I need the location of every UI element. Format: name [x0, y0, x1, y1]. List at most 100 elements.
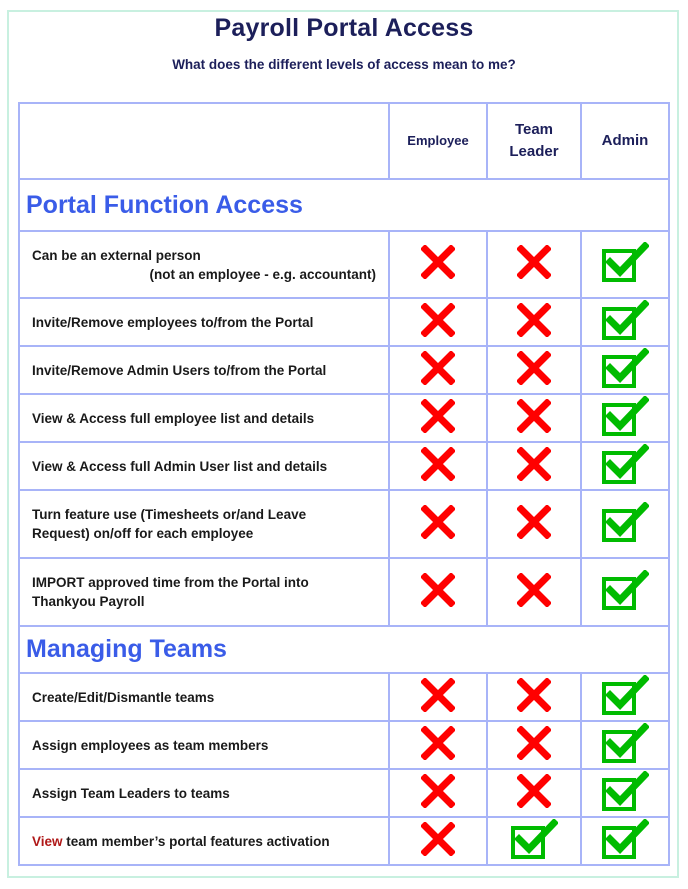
red-cross-icon	[516, 571, 552, 612]
red-cross-icon	[516, 349, 552, 390]
green-checkbox-icon	[601, 817, 650, 864]
header-label-cell	[18, 102, 390, 180]
header-team-leader-line1: Team	[514, 121, 554, 138]
row-label: Assign employees as team members	[18, 720, 390, 770]
red-cross-icon	[420, 571, 456, 612]
cell-admin-allow	[580, 230, 670, 299]
cell-employee-deny	[388, 816, 488, 866]
green-checkbox-icon	[601, 500, 650, 547]
cell-team-leader-deny	[486, 393, 582, 443]
red-cross-icon	[516, 772, 552, 813]
cell-employee-deny	[388, 557, 488, 627]
red-cross-icon	[420, 301, 456, 342]
green-checkbox-icon	[601, 673, 650, 720]
cell-admin-allow	[580, 557, 670, 627]
cell-admin-allow	[580, 768, 670, 818]
red-cross-icon	[420, 772, 456, 813]
red-cross-icon	[420, 445, 456, 486]
row-label-line2: Thankyou Payroll	[32, 594, 145, 609]
row-label: View team member’s portal features activ…	[18, 816, 390, 866]
table-row: Create/Edit/Dismantle teams	[18, 672, 670, 722]
row-label: Turn feature use (Timesheets or/and Leav…	[18, 489, 390, 559]
cell-team-leader-deny	[486, 345, 582, 395]
row-label: Create/Edit/Dismantle teams	[18, 672, 390, 722]
cell-team-leader-deny	[486, 768, 582, 818]
table-row: IMPORT approved time from the Portal int…	[18, 557, 670, 627]
section-heading-row: Managing Teams	[18, 625, 670, 674]
cell-admin-allow	[580, 345, 670, 395]
red-cross-icon	[516, 397, 552, 438]
row-label-main: Can be an external person	[32, 247, 201, 263]
row-label: Assign Team Leaders to teams	[18, 768, 390, 818]
red-cross-icon	[420, 349, 456, 390]
table-row: View & Access full employee list and det…	[18, 393, 670, 443]
green-checkbox-icon	[601, 394, 650, 441]
section-heading: Managing Teams	[18, 625, 670, 674]
section-heading: Portal Function Access	[18, 178, 670, 232]
cell-employee-deny	[388, 768, 488, 818]
table-row: Turn feature use (Timesheets or/and Leav…	[18, 489, 670, 559]
row-label: View & Access full employee list and det…	[18, 393, 390, 443]
green-checkbox-icon	[601, 568, 650, 615]
red-cross-icon	[516, 244, 552, 284]
page-title: Payroll Portal Access	[214, 14, 474, 42]
header-team-leader-line2: Leader	[509, 143, 559, 160]
row-label: View & Access full Admin User list and d…	[18, 441, 390, 491]
cell-admin-allow	[580, 297, 670, 347]
cell-team-leader-deny	[486, 441, 582, 491]
red-cross-icon	[516, 503, 552, 544]
green-checkbox-icon	[601, 769, 650, 816]
cell-employee-deny	[388, 345, 488, 395]
green-checkbox-icon	[510, 817, 559, 864]
cell-employee-deny	[388, 297, 488, 347]
red-cross-icon	[420, 503, 456, 544]
cell-admin-allow	[580, 720, 670, 770]
red-cross-icon	[420, 676, 456, 717]
row-label: Can be an external person (not an employ…	[18, 230, 390, 299]
red-cross-icon	[516, 724, 552, 765]
cell-admin-allow	[580, 393, 670, 443]
access-table: Employee Team Leader Admin Portal Functio…	[18, 102, 670, 866]
cell-admin-allow	[580, 441, 670, 491]
table-row: View & Access full Admin User list and d…	[18, 441, 670, 491]
red-cross-icon	[420, 820, 456, 861]
cell-employee-deny	[388, 672, 488, 722]
cell-employee-deny	[388, 230, 488, 299]
row-label-line1: IMPORT approved time from the Portal int…	[32, 575, 309, 590]
table-row: Invite/Remove Admin Users to/from the Po…	[18, 345, 670, 395]
section-heading-row: Portal Function Access	[18, 178, 670, 232]
cell-admin-allow	[580, 672, 670, 722]
header-admin: Admin	[580, 102, 670, 180]
cell-team-leader-deny	[486, 230, 582, 299]
red-cross-icon	[516, 445, 552, 486]
green-checkbox-icon	[601, 721, 650, 768]
cell-team-leader-deny	[486, 672, 582, 722]
row-sublabel: (not an employee - e.g. accountant)	[149, 266, 376, 282]
red-cross-icon	[516, 676, 552, 717]
cell-employee-deny	[388, 441, 488, 491]
green-checkbox-icon	[601, 442, 650, 489]
row-label-line2: Request) on/off for each employee	[32, 526, 254, 541]
page-subtitle: What does the different levels of access…	[172, 57, 516, 72]
cell-team-leader-deny	[486, 489, 582, 559]
red-cross-icon	[420, 397, 456, 438]
cell-admin-allow	[580, 489, 670, 559]
table-row: Assign employees as team members	[18, 720, 670, 770]
table-row: Assign Team Leaders to teams	[18, 768, 670, 818]
cell-employee-deny	[388, 393, 488, 443]
table-row: Invite/Remove employees to/from the Port…	[18, 297, 670, 347]
table-row: Can be an external person (not an employ…	[18, 230, 670, 299]
row-label-rest: team member’s portal features activation	[62, 833, 330, 849]
table-header-row: Employee Team Leader Admin	[18, 102, 670, 180]
cell-team-leader-allow	[486, 816, 582, 866]
cell-team-leader-deny	[486, 557, 582, 627]
row-label: Invite/Remove Admin Users to/from the Po…	[18, 345, 390, 395]
cell-admin-allow	[580, 816, 670, 866]
row-label-line1: Turn feature use (Timesheets or/and Leav…	[32, 507, 307, 522]
green-checkbox-icon	[601, 346, 650, 393]
green-checkbox-icon	[601, 241, 650, 287]
table-row: View team member’s portal features activ…	[18, 816, 670, 866]
row-label-highlight: View	[32, 833, 63, 849]
red-cross-icon	[420, 244, 456, 284]
cell-employee-deny	[388, 720, 488, 770]
